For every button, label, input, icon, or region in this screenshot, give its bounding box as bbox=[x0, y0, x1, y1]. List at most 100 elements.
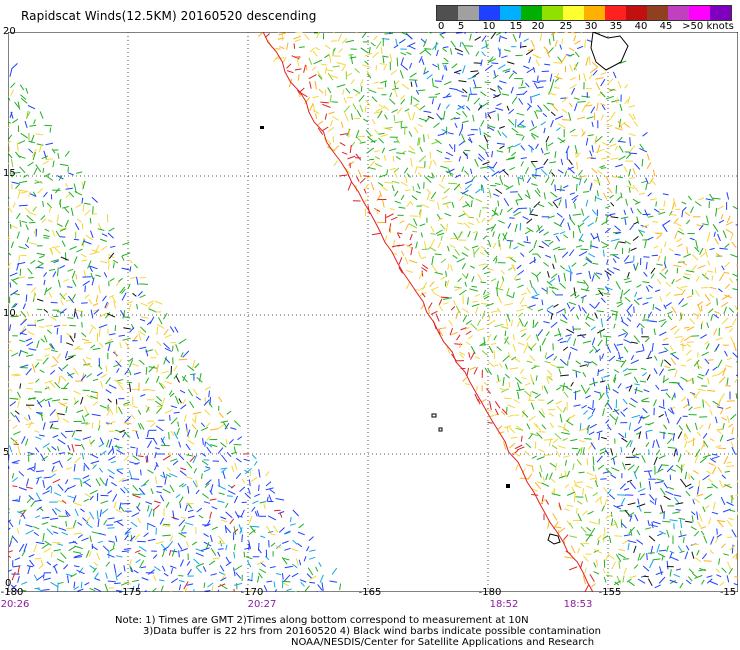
lon-label-7: -15 bbox=[719, 587, 737, 598]
wind-barb bbox=[534, 441, 537, 449]
wind-barb bbox=[190, 373, 196, 376]
wind-barb bbox=[211, 585, 214, 591]
wind-barb bbox=[9, 282, 12, 288]
wind-barb bbox=[243, 551, 246, 558]
wind-barb bbox=[114, 582, 121, 585]
wind-barb bbox=[258, 484, 260, 492]
wind-barb bbox=[305, 64, 308, 71]
wind-barb bbox=[648, 449, 650, 455]
wind-barb bbox=[84, 285, 86, 293]
wind-barb bbox=[553, 62, 563, 64]
wind-barb bbox=[643, 256, 650, 258]
wind-barb bbox=[504, 397, 512, 400]
wind-barb bbox=[116, 468, 124, 470]
wind-barb bbox=[622, 558, 630, 560]
wind-barb bbox=[473, 249, 475, 258]
wind-barb bbox=[707, 359, 714, 361]
wind-barb bbox=[692, 437, 695, 447]
wind-barb bbox=[392, 155, 395, 162]
wind-barb bbox=[629, 177, 635, 179]
wind-barb bbox=[736, 361, 738, 363]
wind-barb bbox=[701, 385, 708, 387]
legend-label: 20 bbox=[531, 21, 545, 32]
wind-barb bbox=[410, 95, 413, 105]
wind-barb bbox=[506, 240, 514, 242]
map-title: Rapidscat Winds(12.5KM) 20160520 descend… bbox=[21, 9, 317, 23]
wind-barb bbox=[218, 548, 224, 550]
wind-barb bbox=[575, 151, 577, 158]
wind-barb bbox=[473, 86, 482, 89]
wind-barb bbox=[25, 294, 28, 302]
wind-barb bbox=[282, 580, 291, 583]
wind-barb bbox=[465, 45, 474, 47]
wind-barb bbox=[529, 207, 532, 215]
wind-barb bbox=[412, 230, 418, 233]
wind-barb bbox=[580, 248, 589, 251]
wind-barb bbox=[491, 62, 499, 65]
wind-barb bbox=[92, 206, 94, 215]
wind-barb bbox=[660, 389, 669, 391]
wind-barb bbox=[487, 422, 493, 424]
wind-barb bbox=[178, 550, 180, 558]
wind-barb bbox=[698, 480, 701, 488]
wind-barb bbox=[580, 447, 583, 454]
wind-barb bbox=[725, 465, 735, 468]
wind-barb bbox=[76, 348, 84, 350]
wind-barb bbox=[428, 308, 430, 314]
wind-barb bbox=[514, 118, 517, 128]
legend-swatch bbox=[710, 6, 731, 20]
wind-barb bbox=[560, 97, 567, 99]
wind-barb bbox=[168, 432, 170, 440]
wind-barb bbox=[639, 493, 646, 496]
lon-label-3: -170 bbox=[240, 587, 264, 598]
legend-label: 40 bbox=[634, 21, 648, 32]
wind-barb bbox=[74, 332, 76, 339]
wind-barb bbox=[470, 70, 479, 73]
lon-label-2: -175 bbox=[118, 587, 142, 598]
wind-barb bbox=[57, 582, 59, 592]
legend-label: >50 knots bbox=[682, 21, 734, 32]
wind-barb bbox=[543, 454, 552, 456]
wind-barb bbox=[643, 575, 649, 578]
wind-barb bbox=[664, 256, 666, 263]
wind-barb bbox=[360, 86, 363, 92]
wind-barb bbox=[700, 287, 709, 289]
wind-barb bbox=[731, 494, 733, 504]
wind-barb bbox=[658, 549, 667, 552]
wind-barb bbox=[38, 326, 45, 328]
wind-barb bbox=[642, 319, 649, 321]
legend-label: 30 bbox=[584, 21, 598, 32]
wind-barb bbox=[585, 553, 592, 555]
legend-label: 35 bbox=[609, 21, 623, 32]
wind-barb bbox=[651, 254, 659, 257]
wind-barb bbox=[707, 486, 713, 489]
legend-swatch bbox=[437, 6, 458, 20]
wind-barb bbox=[655, 201, 657, 207]
wind-barb bbox=[585, 87, 593, 90]
wind-barb bbox=[735, 553, 738, 560]
wind-barb bbox=[50, 301, 58, 304]
wind-barb bbox=[571, 447, 579, 450]
wind-barb bbox=[424, 48, 432, 50]
wind-barb bbox=[735, 495, 738, 497]
legend-swatch bbox=[668, 6, 689, 20]
wind-barb bbox=[130, 534, 133, 542]
wind-barb bbox=[69, 324, 76, 327]
wind-barb bbox=[282, 573, 284, 580]
wind-barb bbox=[363, 175, 370, 177]
wind-barb bbox=[539, 345, 542, 352]
legend-swatch bbox=[584, 6, 605, 20]
wind-barb bbox=[504, 330, 507, 337]
wind-barb bbox=[582, 542, 589, 545]
wind-barb bbox=[519, 477, 529, 480]
wind-barb bbox=[178, 358, 188, 361]
legend-color-bar bbox=[436, 5, 732, 21]
wind-barb bbox=[65, 520, 67, 527]
lon-label-1: -180 bbox=[0, 587, 24, 598]
legend-label: 25 bbox=[559, 21, 573, 32]
wind-barb bbox=[281, 580, 284, 589]
island-marker bbox=[431, 413, 437, 418]
wind-barb bbox=[321, 63, 327, 66]
wind-barb bbox=[633, 306, 635, 313]
wind-barb bbox=[126, 381, 133, 384]
